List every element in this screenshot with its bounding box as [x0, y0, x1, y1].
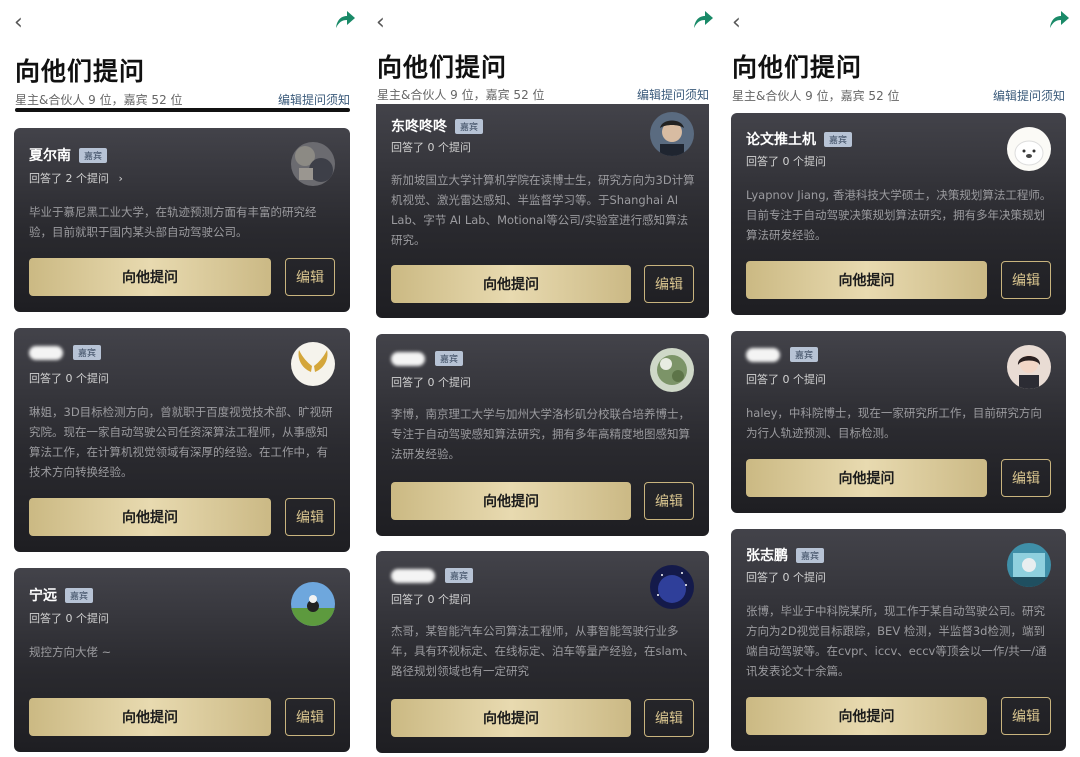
guest-avatar	[650, 348, 694, 392]
edit-button[interactable]: 编辑	[1001, 697, 1051, 735]
edit-button[interactable]: 编辑	[1001, 261, 1051, 299]
answer-count[interactable]: 回答了 0 个提问	[29, 610, 109, 626]
guest-card: 东咚咚咚 嘉宾 回答了 0 个提问 新加坡国立大学计算机学院在读博士生，研究方向为…	[376, 104, 709, 318]
guest-name: 张志鹏 嘉宾	[746, 545, 825, 565]
guest-bio: 李博，南京理工大学与加州大学洛杉矶分校联合培养博士，专注于自动驾驶感知算法研究，…	[391, 407, 690, 461]
back-arrow-icon[interactable]: ‹	[14, 12, 23, 34]
edit-button[interactable]: 编辑	[285, 258, 335, 296]
ask-question-button[interactable]: 向他提问	[746, 459, 987, 497]
guest-name: 嘉宾	[746, 346, 819, 363]
ask-question-button[interactable]: 向他提问	[391, 699, 631, 737]
answer-count[interactable]: 回答了 0 个提问	[29, 370, 109, 386]
page-title: 向他们提问	[15, 57, 146, 86]
guest-badge: 嘉宾	[455, 118, 484, 134]
guest-card: 嘉宾 回答了 0 个提问 haley，中科院博士，现在一家研究所工作，目前研究方…	[731, 331, 1066, 513]
guest-name: 夏尔南 嘉宾	[29, 145, 108, 165]
guest-badge: 嘉宾	[445, 567, 474, 583]
answer-count[interactable]: 回答了 0 个提问	[746, 153, 826, 169]
answer-count[interactable]: 回答了 0 个提问	[391, 374, 471, 390]
guest-badge: 嘉宾	[65, 587, 94, 603]
guest-badge: 嘉宾	[73, 344, 102, 360]
guest-avatar	[291, 142, 335, 186]
edit-button[interactable]: 编辑	[644, 265, 694, 303]
guest-name: 宁远 嘉宾	[29, 585, 94, 605]
screen-panel-1: ‹ 向他们提问 星主&合伙人 9 位，嘉宾 52 位 编辑提问须知 夏尔南 嘉宾 …	[0, 0, 362, 757]
guest-name: 嘉宾	[29, 344, 102, 361]
redacted-name	[29, 346, 63, 360]
guest-bio: Lyapnov Jiang, 香港科技大学硕士，决策规划算法工程师。目前专注于自…	[746, 188, 1052, 242]
back-arrow-icon[interactable]: ‹	[376, 12, 385, 34]
answer-count[interactable]: 回答了 0 个提问	[746, 371, 826, 387]
member-stats: 星主&合伙人 9 位，嘉宾 52 位	[15, 93, 183, 107]
share-icon[interactable]	[1048, 10, 1070, 34]
share-icon[interactable]	[334, 10, 356, 34]
guest-name: 嘉宾	[391, 567, 474, 584]
guest-avatar	[1007, 543, 1051, 587]
guest-bio: 琳姐，3D目标检测方向，曾就职于百度视觉技术部、旷视研究院。现在一家自动驾驶公司…	[29, 405, 333, 479]
guest-name: 嘉宾	[391, 350, 464, 367]
guest-bio: 张博，毕业于中科院某所，现工作于某自动驾驶公司。研究方向为2D视觉目标跟踪，BE…	[746, 604, 1047, 678]
back-arrow-icon[interactable]: ‹	[732, 12, 741, 34]
ask-question-button[interactable]: 向他提问	[391, 265, 631, 303]
screen-panel-2: ‹ 向他们提问 星主&合伙人 9 位，嘉宾 52 位 编辑提问须知 东咚咚咚 嘉宾…	[362, 0, 722, 757]
guest-card: 夏尔南 嘉宾 回答了 2 个提问 › 毕业于慕尼黑工业大学，在轨迹预测方面有丰富的…	[14, 128, 350, 312]
guest-card: 宁远 嘉宾 回答了 0 个提问 规控方向大佬 ~ 向他提问 编辑	[14, 568, 350, 752]
guest-avatar	[650, 565, 694, 609]
guest-avatar	[650, 112, 694, 156]
edit-button[interactable]: 编辑	[644, 699, 694, 737]
answer-count[interactable]: 回答了 2 个提问 ›	[29, 170, 123, 186]
page-title: 向他们提问	[732, 53, 863, 82]
guest-bio: 毕业于慕尼黑工业大学，在轨迹预测方面有丰富的研究经验，目前就职于国内某头部自动驾…	[29, 205, 317, 239]
guest-name: 论文推土机 嘉宾	[746, 129, 853, 149]
guest-name: 东咚咚咚 嘉宾	[391, 116, 484, 136]
ask-question-button[interactable]: 向他提问	[746, 697, 987, 735]
member-stats: 星主&合伙人 9 位，嘉宾 52 位	[732, 89, 900, 103]
edit-button[interactable]: 编辑	[285, 698, 335, 736]
guest-badge: 嘉宾	[435, 350, 464, 366]
guest-card: 嘉宾 回答了 0 个提问 杰哥，某智能汽车公司算法工程师，从事智能驾驶行业多年，…	[376, 551, 709, 753]
member-stats: 星主&合伙人 9 位，嘉宾 52 位	[377, 88, 545, 102]
ask-question-button[interactable]: 向他提问	[29, 498, 271, 536]
share-icon[interactable]	[692, 10, 714, 34]
ask-question-button[interactable]: 向他提问	[29, 698, 271, 736]
guest-bio: 规控方向大佬 ~	[29, 645, 112, 659]
guest-avatar	[291, 342, 335, 386]
answer-count[interactable]: 回答了 0 个提问	[391, 591, 471, 607]
section-divider	[15, 108, 350, 112]
edit-button[interactable]: 编辑	[644, 482, 694, 520]
guest-avatar	[1007, 345, 1051, 389]
page-title: 向他们提问	[377, 53, 508, 82]
guest-card: 张志鹏 嘉宾 回答了 0 个提问 张博，毕业于中科院某所，现工作于某自动驾驶公司。…	[731, 529, 1066, 751]
question-notice-link[interactable]: 编辑提问须知	[278, 91, 350, 108]
ask-question-button[interactable]: 向他提问	[746, 261, 987, 299]
ask-question-button[interactable]: 向他提问	[29, 258, 271, 296]
guest-card: 嘉宾 回答了 0 个提问 李博，南京理工大学与加州大学洛杉矶分校联合培养博士，专…	[376, 334, 709, 536]
screen-panel-3: ‹ 向他们提问 星主&合伙人 9 位，嘉宾 52 位 编辑提问须知 论文推土机嘉…	[718, 0, 1080, 757]
guest-card: 论文推土机 嘉宾 回答了 0 个提问 Lyapnov Jiang, 香港科技大学硕…	[731, 113, 1066, 315]
guest-bio: haley，中科院博士，现在一家研究所工作，目前研究方向为行人轨迹预测、目标检测…	[746, 406, 1042, 440]
chevron-right-icon: ›	[118, 172, 123, 185]
redacted-name	[746, 348, 780, 362]
redacted-name	[391, 569, 435, 583]
answer-count[interactable]: 回答了 0 个提问	[746, 569, 826, 585]
redacted-name	[391, 352, 425, 366]
guest-bio: 杰哥，某智能汽车公司算法工程师，从事智能驾驶行业多年，具有环视标定、在线标定、泊…	[391, 624, 695, 678]
question-notice-link[interactable]: 编辑提问须知	[993, 87, 1065, 104]
ask-question-button[interactable]: 向他提问	[391, 482, 631, 520]
guest-avatar	[1007, 127, 1051, 171]
guest-badge: 嘉宾	[79, 147, 108, 163]
guest-bio: 新加坡国立大学计算机学院在读博士生，研究方向为3D计算机视觉、激光雷达感知、半监…	[391, 173, 695, 247]
guest-badge: 嘉宾	[824, 131, 853, 147]
edit-button[interactable]: 编辑	[285, 498, 335, 536]
guest-badge: 嘉宾	[790, 346, 819, 362]
question-notice-link[interactable]: 编辑提问须知	[637, 86, 709, 103]
guest-badge: 嘉宾	[796, 547, 825, 563]
guest-card: 嘉宾 回答了 0 个提问 琳姐，3D目标检测方向，曾就职于百度视觉技术部、旷视研…	[14, 328, 350, 552]
answer-count[interactable]: 回答了 0 个提问	[391, 139, 471, 155]
guest-avatar	[291, 582, 335, 626]
edit-button[interactable]: 编辑	[1001, 459, 1051, 497]
